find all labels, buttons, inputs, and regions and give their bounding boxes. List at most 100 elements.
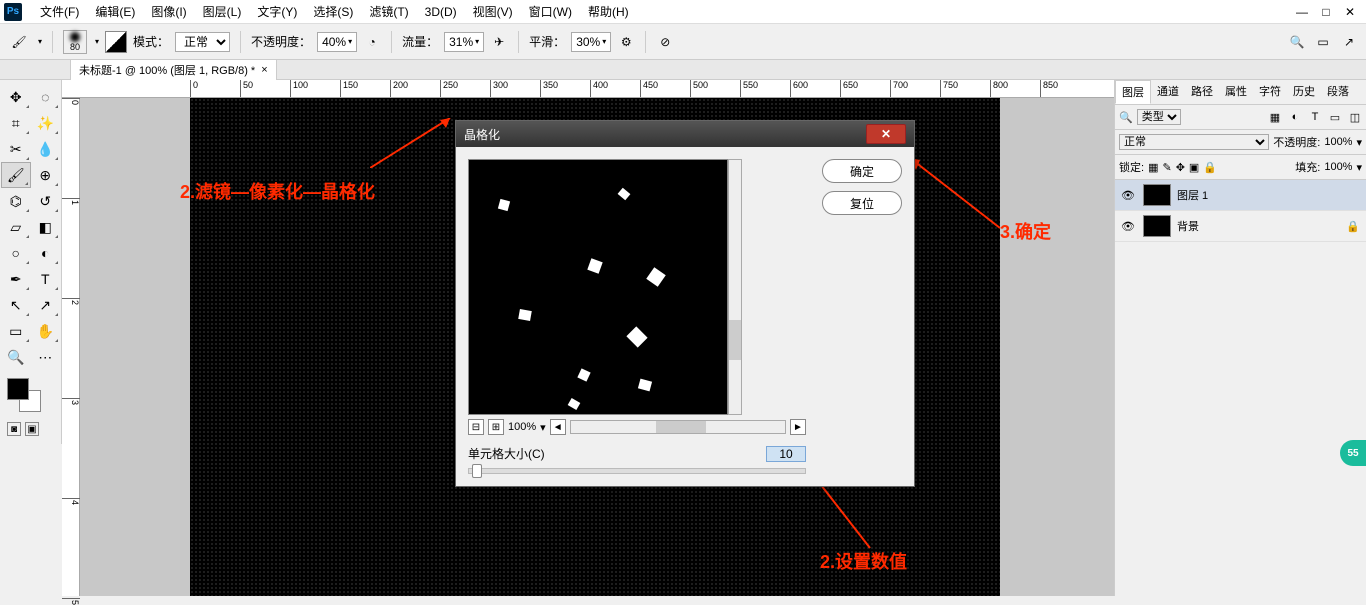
filter-type-icon[interactable]: T [1308, 111, 1322, 124]
healing-brush-tool[interactable]: ⊕ [31, 162, 60, 188]
window-maximize-icon[interactable]: □ [1314, 5, 1338, 19]
lock-artboard-icon[interactable]: ▣ [1189, 161, 1199, 174]
layer-thumbnail[interactable] [1143, 215, 1171, 237]
window-close-icon[interactable]: ✕ [1338, 5, 1362, 19]
layer-thumbnail[interactable] [1143, 184, 1171, 206]
tab-layers[interactable]: 图层 [1115, 80, 1151, 104]
airbrush-icon[interactable]: ✈ [490, 33, 508, 51]
magic-wand-tool[interactable]: ✨ [31, 110, 61, 136]
workspace-icon[interactable]: ▭ [1314, 33, 1332, 51]
dialog-preview[interactable] [468, 159, 728, 415]
lock-position-icon[interactable]: ✥ [1176, 161, 1185, 174]
flow-value[interactable]: 31%▾ [444, 32, 484, 52]
share-icon[interactable]: ↗ [1340, 33, 1358, 51]
type-tool[interactable]: T [31, 266, 61, 292]
tab-character[interactable]: 字符 [1253, 80, 1287, 104]
tab-paths[interactable]: 路径 [1185, 80, 1219, 104]
zoom-in-button[interactable]: ⊞ [488, 419, 504, 435]
close-tab-icon[interactable]: × [261, 64, 267, 76]
menu-image[interactable]: 图像(I) [143, 3, 194, 20]
tab-channels[interactable]: 通道 [1151, 80, 1185, 104]
filter-adjust-icon[interactable]: ◐ [1288, 111, 1302, 124]
pressure-size-icon[interactable]: ⊘ [656, 33, 674, 51]
screenmode-icon[interactable]: ▣ [25, 422, 39, 436]
smoothing-options-icon[interactable]: ⚙ [617, 33, 635, 51]
tab-paragraph[interactable]: 段落 [1321, 80, 1355, 104]
window-minimize-icon[interactable]: — [1290, 5, 1314, 19]
hand-tool[interactable]: ✋ [31, 318, 61, 344]
ok-button[interactable]: 确定 [822, 159, 902, 183]
layer-name[interactable]: 背景 [1177, 218, 1199, 234]
brush-panel-icon[interactable] [105, 31, 127, 53]
marquee-tool[interactable]: ◌ [31, 84, 61, 110]
path-select-tool[interactable]: ↖ [1, 292, 31, 318]
lasso-tool[interactable]: ⌗ [1, 110, 31, 136]
preview-vertical-scrollbar[interactable] [728, 159, 742, 415]
layer-row-bg[interactable]: 👁 背景 🔒 [1115, 211, 1366, 242]
filter-shape-icon[interactable]: ▭ [1328, 111, 1342, 124]
zoom-value[interactable]: 100% [508, 421, 536, 433]
visibility-icon[interactable]: 👁 [1121, 220, 1137, 233]
cell-size-input[interactable] [766, 446, 806, 462]
color-swatches[interactable] [1, 378, 60, 418]
menu-edit[interactable]: 编辑(E) [87, 3, 143, 20]
cell-size-slider[interactable] [468, 468, 806, 474]
search-icon[interactable]: 🔍 [1288, 33, 1306, 51]
fill-value[interactable]: 100% [1324, 161, 1352, 173]
filter-image-icon[interactable]: ▦ [1268, 111, 1282, 124]
zoom-tool[interactable]: 🔍 [1, 344, 31, 370]
opacity-value[interactable]: 40%▾ [317, 32, 357, 52]
direct-select-tool[interactable]: ↗ [31, 292, 61, 318]
filter-smart-icon[interactable]: ◫ [1348, 111, 1362, 124]
blur-tool[interactable]: ○ [1, 240, 31, 266]
lock-all-icon[interactable]: 🔒 [1203, 161, 1217, 174]
menu-file[interactable]: 文件(F) [32, 3, 87, 20]
eraser-tool[interactable]: ▱ [1, 214, 31, 240]
preview-horizontal-scrollbar[interactable] [570, 420, 786, 434]
menu-view[interactable]: 视图(V) [465, 3, 521, 20]
crop-tool[interactable]: ✂ [1, 136, 31, 162]
tab-properties[interactable]: 属性 [1219, 80, 1253, 104]
pen-tool[interactable]: ✒ [1, 266, 31, 292]
shape-tool[interactable]: ▭ [1, 318, 31, 344]
layer-row-1[interactable]: 👁 图层 1 [1115, 180, 1366, 211]
menu-help[interactable]: 帮助(H) [580, 3, 637, 20]
document-tab[interactable]: 未标题-1 @ 100% (图层 1, RGB/8) * × [70, 59, 277, 81]
zoom-out-button[interactable]: ⊟ [468, 419, 484, 435]
menu-select[interactable]: 选择(S) [305, 3, 361, 20]
lock-image-icon[interactable]: ✎ [1162, 161, 1171, 174]
brush-tool[interactable]: 🖌 [1, 162, 31, 188]
history-brush-tool[interactable]: ↺ [31, 188, 61, 214]
smoothing-value[interactable]: 30%▾ [571, 32, 611, 52]
menu-window[interactable]: 窗口(W) [521, 3, 580, 20]
reset-button[interactable]: 复位 [822, 191, 902, 215]
dialog-titlebar[interactable]: 晶格化 ✕ [456, 121, 914, 147]
foreground-color[interactable] [7, 378, 29, 400]
eyedropper-tool[interactable]: 💧 [31, 136, 61, 162]
tool-preset-dropdown-icon[interactable]: ▾ [38, 37, 42, 46]
gradient-tool[interactable]: ◧ [31, 214, 61, 240]
blend-mode-select[interactable]: 正常 [175, 32, 230, 52]
visibility-icon[interactable]: 👁 [1121, 189, 1137, 202]
scroll-right-icon[interactable]: ► [790, 419, 806, 435]
clone-stamp-tool[interactable]: ⌬ [1, 188, 31, 214]
edit-toolbar[interactable]: ⋯ [31, 344, 61, 370]
pressure-opacity-icon[interactable]: ◔ [363, 33, 381, 51]
brush-preset-picker[interactable]: 80 [63, 30, 87, 54]
brush-dropdown-icon[interactable]: ▾ [95, 37, 99, 46]
slider-handle[interactable] [472, 464, 482, 478]
menu-type[interactable]: 文字(Y) [249, 3, 305, 20]
tab-history[interactable]: 历史 [1287, 80, 1321, 104]
quickmask-icon[interactable]: ◙ [7, 422, 21, 436]
scroll-left-icon[interactable]: ◄ [550, 419, 566, 435]
side-badge[interactable]: 55 [1340, 440, 1366, 466]
menu-3d[interactable]: 3D(D) [417, 5, 465, 19]
move-tool[interactable]: ✥ [1, 84, 31, 110]
layer-filter-select[interactable]: 类型 [1137, 109, 1181, 125]
layer-name[interactable]: 图层 1 [1177, 187, 1208, 203]
layer-opacity-value[interactable]: 100% [1324, 136, 1352, 148]
menu-layer[interactable]: 图层(L) [195, 3, 250, 20]
dialog-close-button[interactable]: ✕ [866, 124, 906, 144]
lock-transparency-icon[interactable]: ▦ [1148, 161, 1158, 174]
menu-filter[interactable]: 滤镜(T) [361, 3, 416, 20]
